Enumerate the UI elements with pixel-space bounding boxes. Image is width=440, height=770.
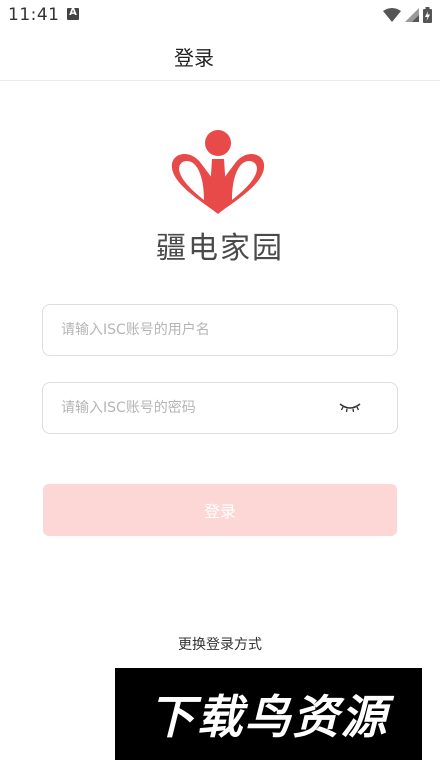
status-time: 11:41 xyxy=(8,5,60,25)
status-icons xyxy=(383,6,432,24)
wifi-icon xyxy=(383,8,401,22)
title-bar: 登录 xyxy=(0,30,440,81)
app-logo xyxy=(171,130,265,214)
password-input[interactable] xyxy=(61,383,341,433)
watermark-overlay: 下载鸟资源 xyxy=(115,668,422,760)
battery-icon xyxy=(423,7,432,23)
password-field[interactable] xyxy=(42,382,398,434)
watermark-text: 下载鸟资源 xyxy=(148,690,389,744)
username-input[interactable] xyxy=(61,305,341,355)
status-bar: 11:41 A xyxy=(0,0,440,30)
notification-letter: A xyxy=(69,7,77,18)
login-button[interactable]: 登录 xyxy=(43,484,397,536)
brand-name: 疆电家园 xyxy=(156,231,284,266)
username-field[interactable] xyxy=(42,304,398,356)
switch-login-link[interactable]: 更换登录方式 xyxy=(0,634,440,654)
eye-closed-icon[interactable] xyxy=(339,401,361,415)
notification-icon: A xyxy=(67,7,79,20)
page-title: 登录 xyxy=(174,46,214,70)
signal-icon xyxy=(405,8,419,22)
